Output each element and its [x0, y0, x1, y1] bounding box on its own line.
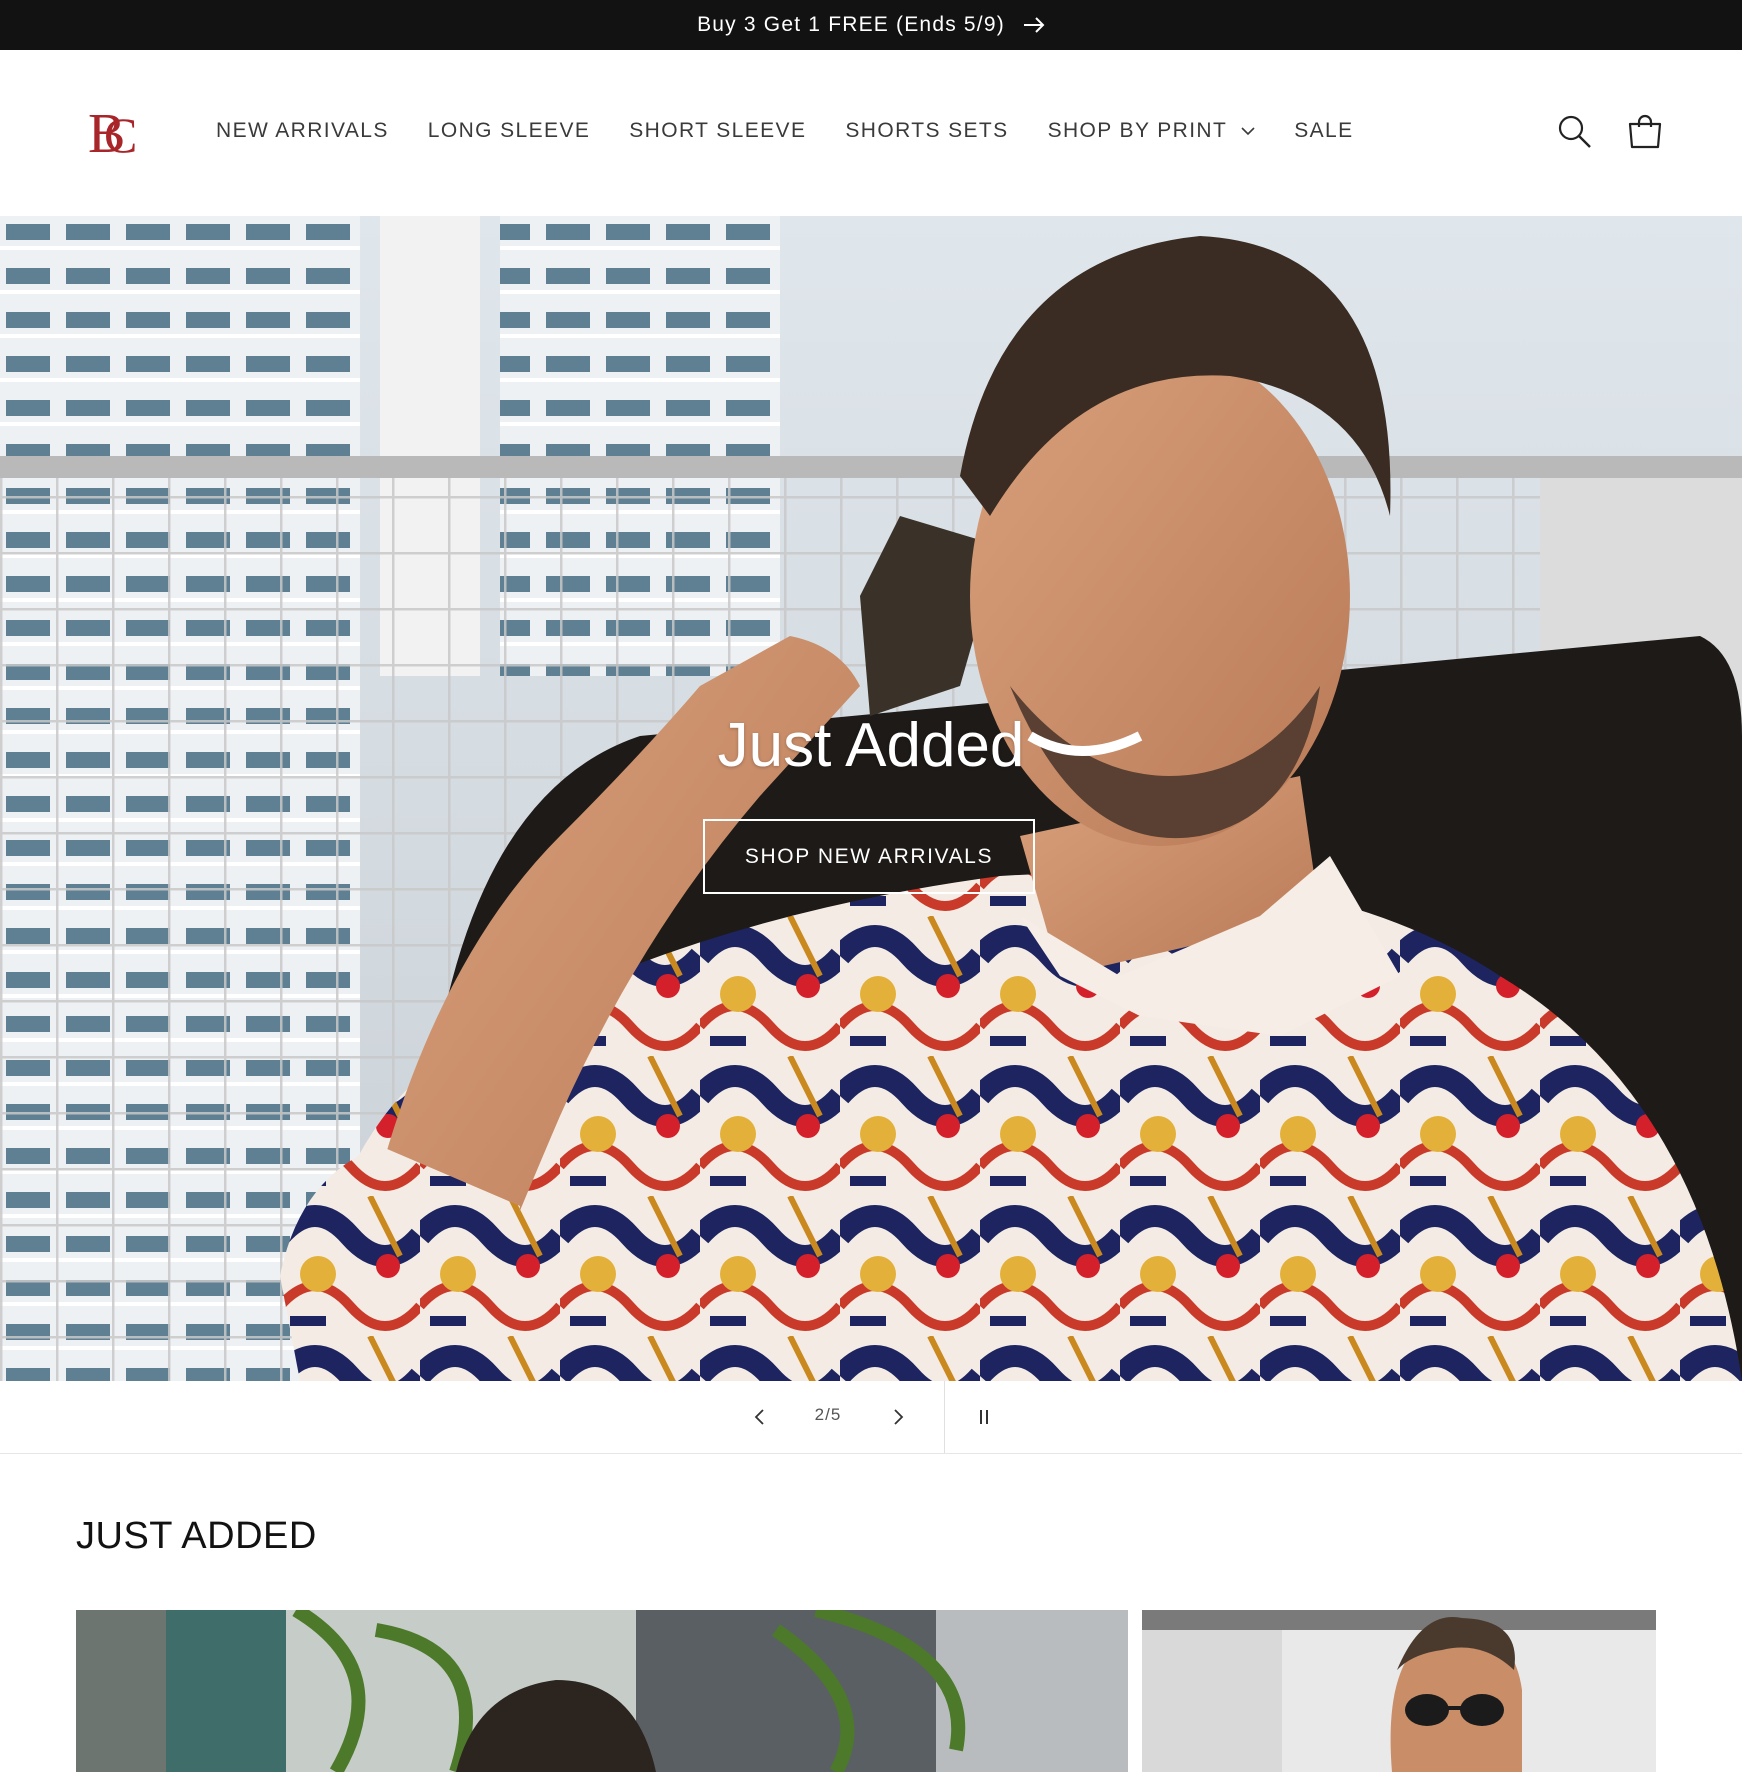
nav-long-sleeve[interactable]: LONG SLEEVE — [428, 119, 590, 143]
controls-divider — [944, 1381, 945, 1453]
hero-slideshow: Just Added SHOP NEW ARRIVALS — [0, 216, 1742, 1381]
hero-title: Just Added — [717, 711, 1025, 780]
product-image — [76, 1610, 1128, 1772]
pause-icon[interactable] — [970, 1403, 998, 1431]
hero-image — [0, 216, 1742, 1381]
shop-new-arrivals-button[interactable]: SHOP NEW ARRIVALS — [703, 819, 1035, 894]
search-icon[interactable] — [1557, 114, 1593, 150]
nav-label: SHORTS SETS — [845, 119, 1009, 142]
nav-sale[interactable]: SALE — [1294, 119, 1353, 143]
chevron-right-icon[interactable] — [884, 1403, 912, 1431]
arrow-right-icon — [1023, 17, 1045, 33]
slideshow-controls: 2/5 — [0, 1381, 1742, 1454]
announcement-bar[interactable]: Buy 3 Get 1 FREE (Ends 5/9) — [0, 0, 1742, 50]
nav-label: SALE — [1294, 119, 1354, 142]
nav-label: SHORT SLEEVE — [629, 119, 807, 142]
cart-icon[interactable] — [1627, 114, 1663, 150]
product-image — [1142, 1610, 1656, 1772]
svg-text:C: C — [104, 107, 137, 163]
product-card[interactable] — [76, 1610, 1128, 1772]
nav-short-sleeve[interactable]: SHORT SLEEVE — [629, 119, 806, 143]
nav-label: SHOP BY PRINT — [1047, 119, 1228, 142]
slide-counter: 2/5 — [814, 1405, 842, 1424]
nav-new-arrivals[interactable]: NEW ARRIVALS — [216, 119, 389, 143]
brand-logo[interactable]: B C — [84, 100, 148, 165]
main-nav: NEW ARRIVALS LONG SLEEVE SHORT SLEEVE SH… — [216, 119, 1393, 143]
nav-shorts-sets[interactable]: SHORTS SETS — [845, 119, 1008, 143]
announcement-text: Buy 3 Get 1 FREE (Ends 5/9) — [697, 13, 1005, 36]
site-header: B C NEW ARRIVALS LONG SLEEVE SHORT SLEEV… — [0, 50, 1742, 217]
product-card[interactable] — [1142, 1610, 1656, 1772]
chevron-left-icon[interactable] — [746, 1403, 774, 1431]
nav-label: NEW ARRIVALS — [216, 119, 389, 142]
nav-shop-by-print[interactable]: SHOP BY PRINT — [1048, 119, 1256, 143]
chevron-down-icon — [1241, 126, 1255, 136]
collection-title: JUST ADDED — [76, 1515, 317, 1557]
nav-label: LONG SLEEVE — [427, 119, 591, 142]
